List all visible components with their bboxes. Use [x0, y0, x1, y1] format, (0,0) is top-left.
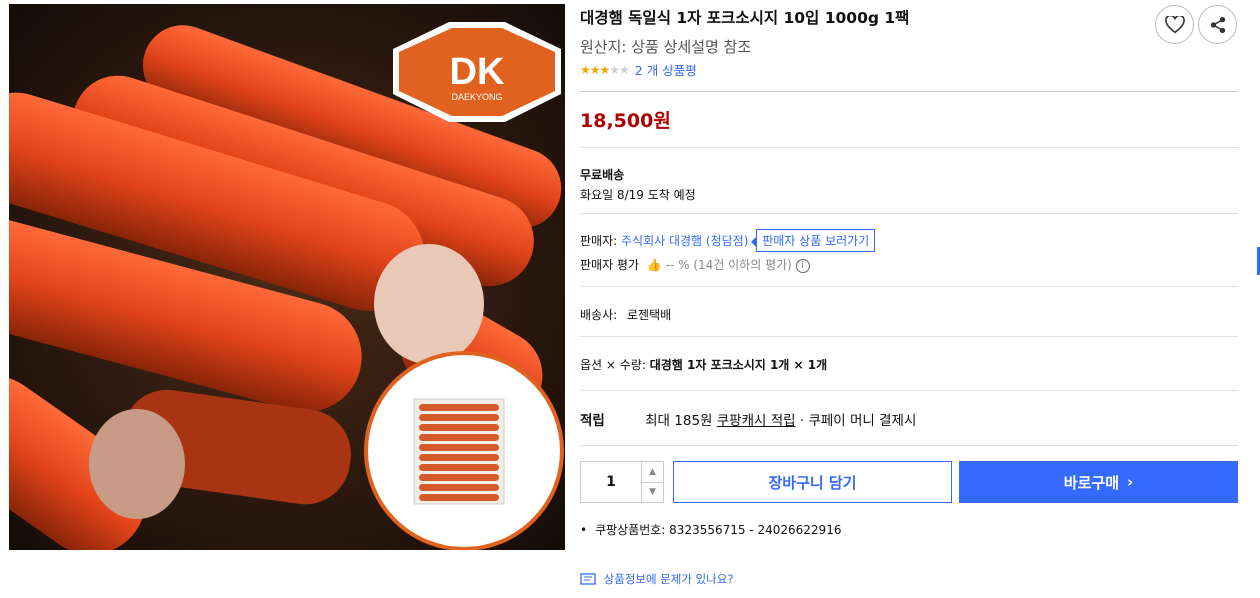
- seller-name-link[interactable]: 주식회사 대경햄 (청담점): [621, 234, 748, 248]
- shipping-label: 무료배송: [580, 168, 625, 182]
- product-title: 대경햄 독일식 1자 포크소시지 10입 1000g 1팩: [580, 9, 910, 27]
- add-to-cart-button[interactable]: 장바구니 담기: [673, 461, 952, 503]
- seller-store-button[interactable]: 판매자 상품 보러가기: [751, 229, 876, 252]
- seller-label: 판매자:: [580, 234, 618, 248]
- report-link[interactable]: 상품정보에 문제가 있나요?: [580, 571, 733, 587]
- product-number: • 쿠팡상품번호: 8323556715 - 24026622916: [580, 523, 842, 537]
- logo-text: DK: [450, 51, 505, 93]
- seller-row: 판매자: 주식회사 대경햄 (청담점) 판매자 상품 보러가기: [580, 229, 876, 252]
- quantity-value[interactable]: 1: [581, 462, 641, 502]
- quantity-stepper[interactable]: 1 ▲ ▼: [580, 461, 664, 503]
- info-icon[interactable]: i: [795, 258, 810, 273]
- delivery-row: 배송사: 로젠택배: [580, 306, 671, 323]
- divider: [580, 286, 1238, 287]
- points-label: 적립: [580, 413, 605, 429]
- origin-text: 원산지: 상품 상세설명 참조: [580, 38, 752, 56]
- coupang-cash-link[interactable]: 쿠팡캐시 적립: [717, 413, 796, 429]
- points-max: 최대 185원: [645, 413, 713, 429]
- divider: [580, 147, 1238, 148]
- logo-subtext: DAEKYONG: [451, 92, 502, 102]
- chevron-down-icon[interactable]: ▼: [642, 483, 663, 503]
- option-row: 옵션 × 수량: 대경햄 1자 포크소시지 1개 × 1개: [580, 356, 827, 373]
- share-button[interactable]: [1198, 5, 1237, 44]
- divider: [580, 390, 1238, 391]
- review-count-link[interactable]: 2 개 상품평: [635, 60, 697, 79]
- cart-button-label: 장바구니 담기: [768, 473, 857, 492]
- price: 18,500원: [580, 110, 671, 132]
- divider: [580, 91, 1238, 92]
- delivery-label: 배송사:: [580, 308, 618, 322]
- option-value: 대경햄 1자 포크소시지 1개 × 1개: [649, 358, 828, 372]
- buy-button-label: 바로구매: [1063, 473, 1119, 492]
- seller-rating-label: 판매자 평가: [580, 258, 640, 272]
- share-icon: [1210, 16, 1225, 33]
- heart-icon: [1164, 15, 1185, 33]
- favorite-button[interactable]: [1155, 5, 1194, 44]
- product-image: DK DAEKYONG: [9, 4, 565, 550]
- divider: [580, 445, 1238, 446]
- divider: [580, 213, 1238, 214]
- report-link-text: 상품정보에 문제가 있나요?: [603, 572, 734, 586]
- points-pay-text: · 쿠페이 머니 결제시: [799, 413, 917, 429]
- chevron-up-icon[interactable]: ▲: [642, 462, 663, 483]
- thumbs-up-icon: 👍: [646, 258, 662, 272]
- option-label: 옵션 × 수량:: [580, 358, 646, 372]
- report-icon: [580, 572, 596, 585]
- product-number-text: 쿠팡상품번호: 8323556715 - 24026622916: [595, 523, 842, 537]
- star-rating: ★★★★★: [580, 62, 630, 77]
- buy-now-button[interactable]: 바로구매 ›: [959, 461, 1238, 503]
- rating-row: ★★★★★ 2 개 상품평: [580, 60, 697, 79]
- seller-rating-row: 판매자 평가 👍 -- % (14건 이하의 평가) i: [580, 256, 810, 273]
- points-row: 적립 최대 185원 쿠팡캐시 적립 · 쿠페이 머니 결제시: [580, 409, 916, 429]
- divider: [580, 336, 1238, 337]
- arrival-date: 화요일 8/19 도착 예정: [580, 188, 696, 202]
- seller-rating-text: -- % (14건 이하의 평가): [665, 258, 792, 272]
- chevron-right-icon: ›: [1127, 473, 1134, 491]
- delivery-company: 로젠택배: [627, 308, 672, 322]
